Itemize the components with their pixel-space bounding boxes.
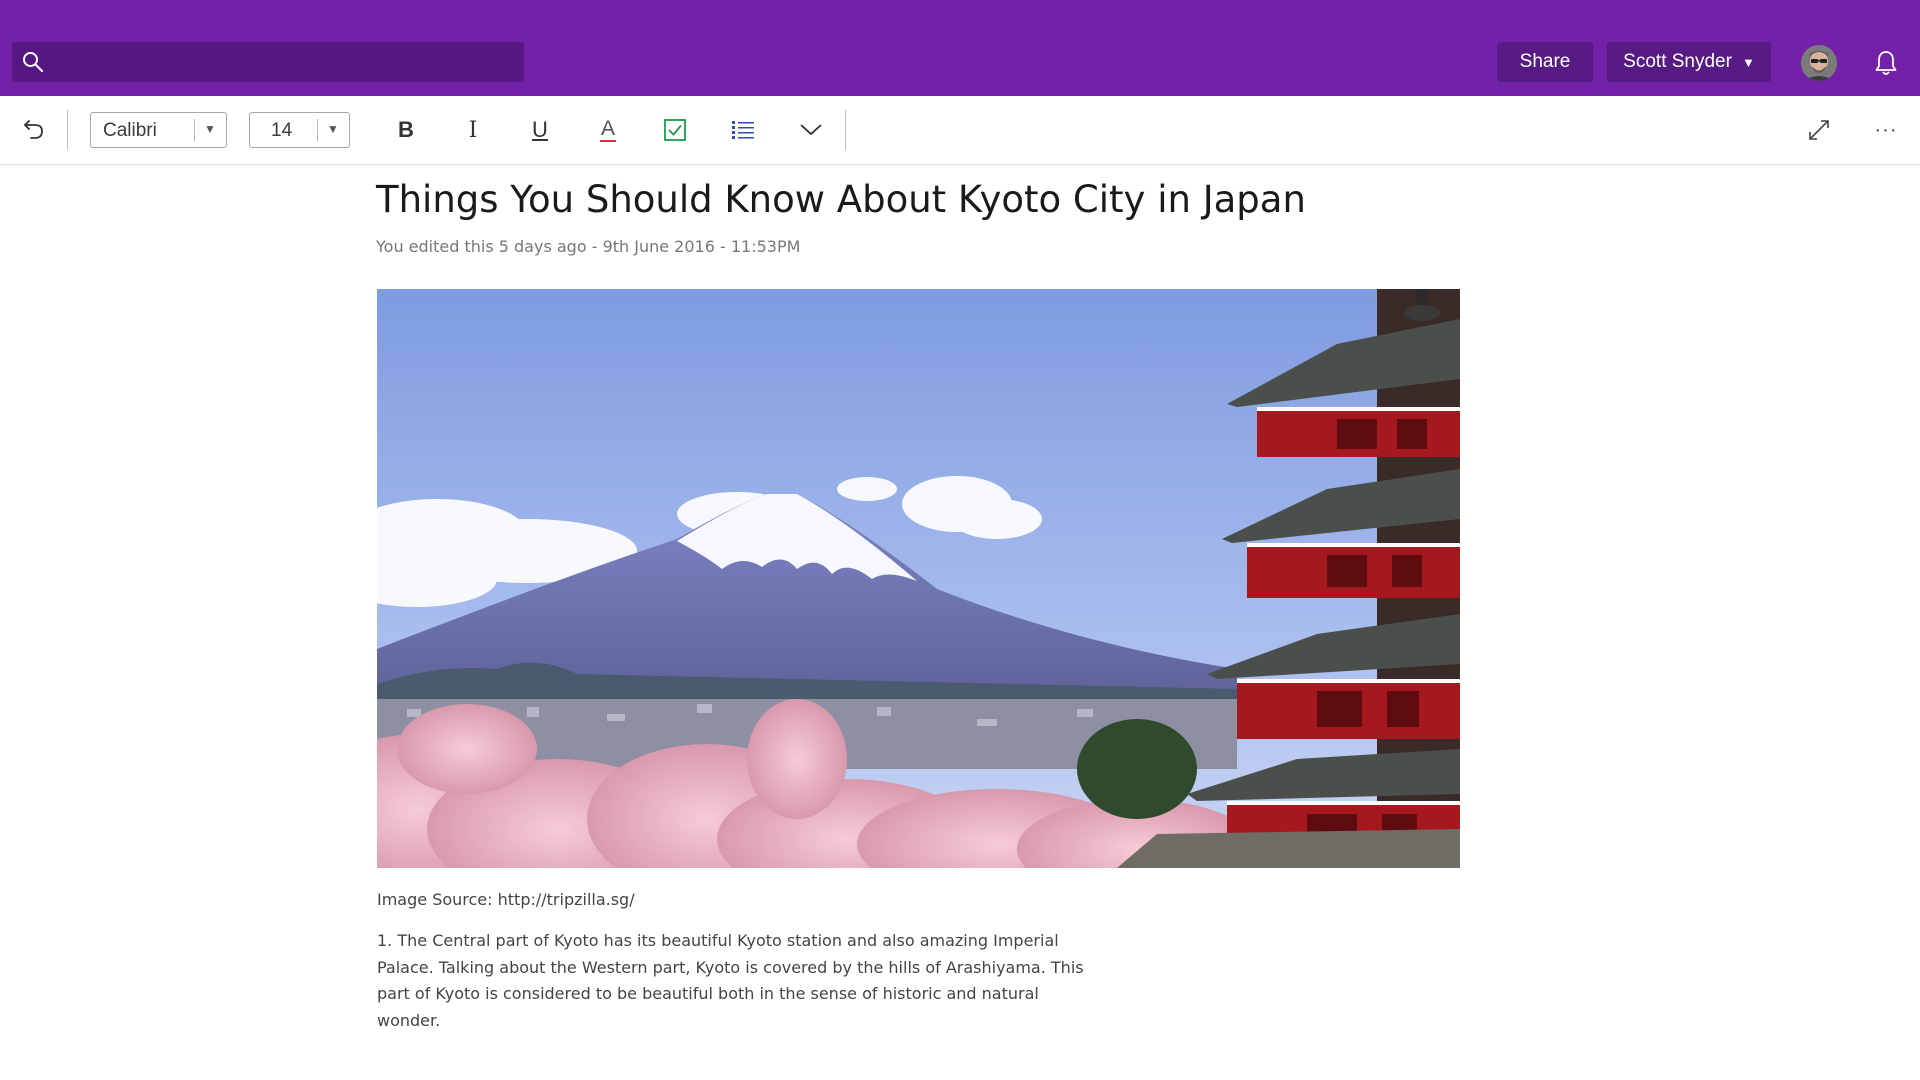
underline-icon: U	[532, 117, 548, 142]
avatar[interactable]	[1801, 45, 1837, 81]
italic-button[interactable]: I	[453, 112, 493, 148]
more-formatting-button[interactable]	[791, 112, 831, 148]
expand-icon	[1809, 120, 1829, 140]
formatting-toolbar: Calibri ▼ 14 ▼ B I U A ···	[0, 96, 1920, 165]
bold-button[interactable]: B	[386, 112, 426, 148]
more-options-button[interactable]: ···	[1868, 112, 1904, 148]
undo-button[interactable]	[16, 112, 52, 148]
mount-fuji-pagoda-image	[377, 289, 1460, 868]
underline-button[interactable]: U	[520, 112, 560, 148]
search-input[interactable]	[56, 42, 520, 84]
font-size-value: 14	[271, 120, 293, 141]
share-button[interactable]: Share	[1497, 42, 1593, 82]
chevron-down-icon	[800, 124, 822, 136]
bold-icon: B	[398, 117, 414, 142]
combo-divider	[317, 119, 318, 141]
tag-button[interactable]	[655, 112, 695, 148]
font-family-select[interactable]: Calibri ▼	[90, 112, 227, 148]
toolbar-separator	[67, 110, 68, 150]
image-caption: Image Source: http://tripzilla.sg/	[377, 890, 635, 909]
body-paragraph[interactable]: 1. The Central part of Kyoto has its bea…	[377, 928, 1107, 1034]
account-button[interactable]: Scott Snyder ▼	[1607, 42, 1771, 82]
page-meta: You edited this 5 days ago - 9th June 20…	[376, 237, 801, 256]
checkbox-icon	[664, 119, 686, 141]
toolbar-separator	[845, 110, 846, 150]
bullet-list-button[interactable]	[723, 112, 763, 148]
dropdown-arrow-icon: ▼	[327, 122, 339, 136]
font-color-icon: A	[600, 116, 615, 140]
top-bar: Share Scott Snyder ▼	[0, 0, 1920, 96]
font-family-value: Calibri	[103, 120, 157, 141]
combo-divider	[194, 119, 195, 141]
user-name: Scott Snyder	[1623, 51, 1732, 72]
search-box[interactable]	[12, 42, 524, 84]
dropdown-arrow-icon: ▼	[204, 122, 216, 136]
avatar-image	[1801, 45, 1837, 81]
font-color-swatch	[600, 139, 616, 142]
page-image[interactable]	[377, 289, 1460, 868]
more-icon: ···	[1874, 118, 1898, 141]
font-color-button[interactable]: A	[588, 112, 628, 148]
font-size-select[interactable]: 14 ▼	[249, 112, 350, 148]
page-title[interactable]: Things You Should Know About Kyoto City …	[376, 178, 1306, 221]
account-caret-icon: ▼	[1741, 54, 1755, 70]
italic-icon: I	[468, 117, 478, 143]
list-icon	[732, 121, 754, 139]
search-icon	[23, 52, 44, 73]
undo-icon	[24, 120, 43, 139]
expand-button[interactable]	[1801, 112, 1837, 148]
bell-icon[interactable]	[1871, 48, 1901, 78]
